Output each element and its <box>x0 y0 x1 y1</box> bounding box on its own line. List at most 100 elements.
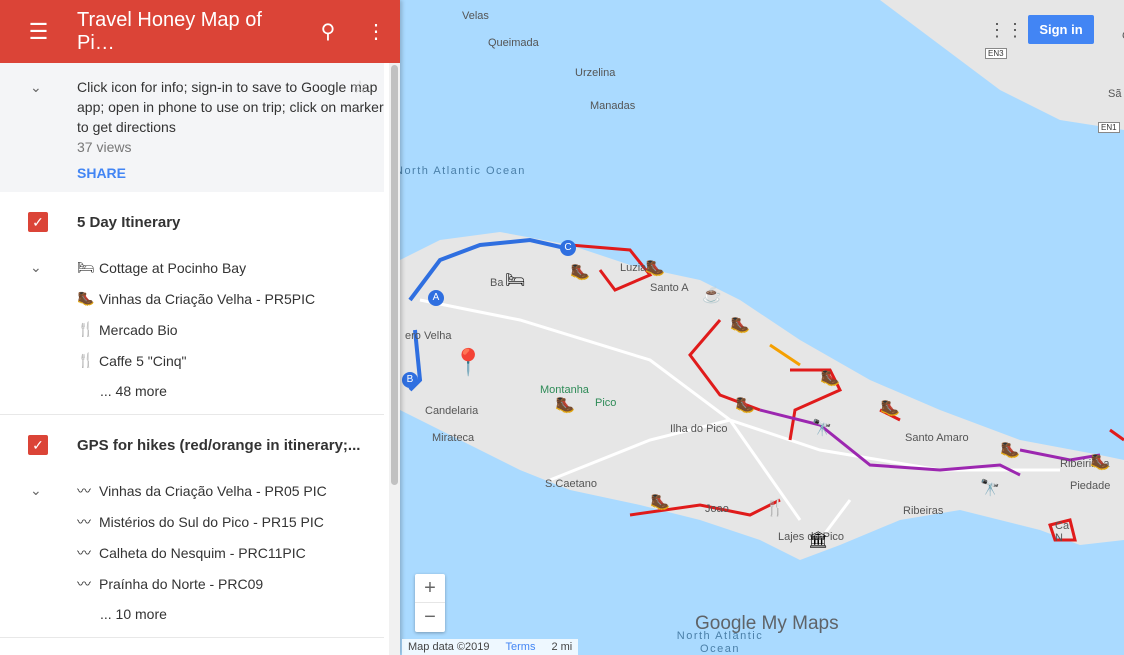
list-item[interactable]: ⌄ 〰 Vinhas da Criação Velha - PR05 PIC <box>0 475 384 506</box>
list-item[interactable]: 〰 Mistérios do Sul do Pico - PR15 PIC <box>0 506 384 537</box>
route-icon: 〰 <box>77 513 91 530</box>
hiking-icon[interactable]: 🥾 <box>820 368 840 388</box>
hiking-icon[interactable]: 🥾 <box>1090 452 1110 472</box>
more-items-link[interactable]: ... 48 more <box>0 376 384 406</box>
hiking-icon[interactable]: 🥾 <box>650 492 670 512</box>
museum-icon[interactable]: 🏛 <box>808 530 828 550</box>
place-label: Ba <box>490 277 504 289</box>
place-label: Mirateca <box>432 432 475 444</box>
item-label: Mistérios do Sul do Pico - PR15 PIC <box>99 513 324 530</box>
zoom-out-button[interactable]: − <box>415 603 445 632</box>
sidebar-header: ☰ Travel Honey Map of Pi… ⚲ ⋮ <box>0 0 400 63</box>
place-label: S.Caetano <box>545 478 597 490</box>
bed-icon: 🛏 <box>77 259 95 275</box>
scrollbar-thumb[interactable] <box>391 65 398 485</box>
hiking-icon[interactable]: 🥾 <box>645 258 665 278</box>
road-sign: EN1 <box>1098 122 1120 133</box>
layer-checkbox[interactable]: ✓ <box>28 435 48 455</box>
chevron-down-icon[interactable]: ⌄ <box>30 77 42 97</box>
restaurant-icon: 🍴 <box>77 321 95 337</box>
list-item[interactable]: 🥾 Vinhas da Criação Velha - PR5PIC <box>0 283 384 314</box>
share-button[interactable]: SHARE <box>77 163 384 183</box>
place-label: Santo Amaro <box>905 432 969 444</box>
place-label: Velas <box>462 10 489 22</box>
location-pin-icon[interactable]: 📍 <box>452 347 484 378</box>
item-label: Vinhas da Criação Velha - PR5PIC <box>99 290 316 307</box>
place-label: Candelaria <box>425 405 479 417</box>
scrollbar[interactable] <box>389 63 400 655</box>
list-item[interactable]: 〰 Praínha do Norte - PRC09 <box>0 568 384 599</box>
zoom-controls: + − <box>415 574 445 632</box>
item-label: Mercado Bio <box>99 321 178 338</box>
layer-title[interactable]: 5 Day Itinerary <box>77 214 180 231</box>
map-info: ⌄ Click icon for info; sign-in to save t… <box>0 63 384 192</box>
hiking-icon[interactable]: 🥾 <box>880 398 900 418</box>
item-label: Caffe 5 "Cinq" <box>99 352 187 369</box>
search-icon[interactable]: ⚲ <box>304 19 352 44</box>
place-label: Manadas <box>590 100 636 112</box>
place-label: Santo A <box>650 282 689 294</box>
hiking-icon[interactable]: 🥾 <box>570 262 590 282</box>
item-label: Vinhas da Criação Velha - PR05 PIC <box>99 482 327 499</box>
place-label: Pico <box>595 397 617 409</box>
road-sign: EN3 <box>985 48 1007 59</box>
hiking-icon: 🥾 <box>77 290 95 306</box>
google-my-maps-logo: Google My Maps <box>695 613 839 634</box>
restaurant-icon[interactable]: 🍴 <box>765 498 785 518</box>
sign-in-button[interactable]: Sign in <box>1028 15 1094 44</box>
place-label: Ca <box>1055 520 1070 532</box>
marker-c[interactable]: C <box>560 240 576 256</box>
zoom-in-button[interactable]: + <box>415 574 445 603</box>
marker-a[interactable]: A <box>428 290 444 306</box>
route-icon: 〰 <box>77 575 91 592</box>
hiking-icon[interactable]: 🥾 <box>1000 440 1020 460</box>
item-label: Praínha do Norte - PRC09 <box>99 575 264 592</box>
hiking-icon[interactable]: 🥾 <box>730 315 750 335</box>
route-icon: 〰 <box>77 544 91 561</box>
hamburger-icon[interactable]: ☰ <box>0 19 77 45</box>
place-label: Ribeiras <box>903 505 944 517</box>
binoculars-icon[interactable]: 🔭 <box>980 478 1000 498</box>
more-items-link[interactable]: ... 10 more <box>0 599 384 629</box>
place-label: Luzia <box>620 262 647 274</box>
place-label: Sã <box>1108 88 1122 100</box>
marker-b[interactable]: B <box>402 372 418 388</box>
map-attribution: Map data ©2019 Terms 2 mi <box>402 639 579 655</box>
restaurant-icon: 🍴 <box>77 352 95 368</box>
star-icon[interactable]: ☆ <box>352 77 368 97</box>
place-label: Queimada <box>488 37 539 49</box>
place-label: Joao <box>705 503 729 515</box>
chevron-down-icon[interactable]: ⌄ <box>30 482 42 499</box>
map-description: Click icon for info; sign-in to save to … <box>77 79 384 135</box>
hiking-icon[interactable]: 🥾 <box>555 395 575 415</box>
map-title: Travel Honey Map of Pi… <box>77 8 262 54</box>
route-icon: 〰 <box>77 482 91 499</box>
place-label: N <box>1055 532 1063 544</box>
map-graphics <box>400 0 1124 560</box>
hiking-icon[interactable]: 🥾 <box>735 395 755 415</box>
scale-bar[interactable]: 2 mi <box>551 641 572 653</box>
terms-link[interactable]: Terms <box>506 641 536 653</box>
bed-icon[interactable]: 🛏 <box>505 270 525 290</box>
view-count: 37 views <box>77 139 132 155</box>
map-canvas[interactable]: VelasQueimadaUrzelinaManadasGrandSãBaSan… <box>400 0 1124 655</box>
place-label: Urzelina <box>575 67 616 79</box>
list-item[interactable]: 🍴 Mercado Bio <box>0 314 384 345</box>
more-vert-icon[interactable]: ⋮ <box>352 19 400 44</box>
place-label: ero Velha <box>405 330 452 342</box>
item-label: Cottage at Pocinho Bay <box>99 259 247 276</box>
list-item[interactable]: 🍴 Caffe 5 "Cinq" <box>0 345 384 376</box>
layer-0: ✓ 5 Day Itinerary ⌄ 🛏 Cottage at Pocinho Bay… <box>0 192 384 415</box>
cafe-icon[interactable]: ☕ <box>702 285 722 305</box>
chevron-down-icon[interactable]: ⌄ <box>30 259 42 276</box>
place-label: Piedade <box>1070 480 1111 492</box>
layer-title[interactable]: GPS for hikes (red/orange in itinerary;.… <box>77 437 360 454</box>
list-item[interactable]: ⌄ 🛏 Cottage at Pocinho Bay <box>0 252 384 283</box>
list-item[interactable]: 〰 Calheta do Nesquim - PRC11PIC <box>0 537 384 568</box>
binoculars-icon[interactable]: 🔭 <box>812 418 832 438</box>
ocean-label: North Atlantic Ocean <box>400 165 526 177</box>
map-data-credit: Map data ©2019 <box>408 641 490 653</box>
layer-1: ✓ GPS for hikes (red/orange in itinerary;… <box>0 415 384 638</box>
layer-checkbox[interactable]: ✓ <box>28 212 48 232</box>
place-label: Ilha do Pico <box>670 423 728 435</box>
